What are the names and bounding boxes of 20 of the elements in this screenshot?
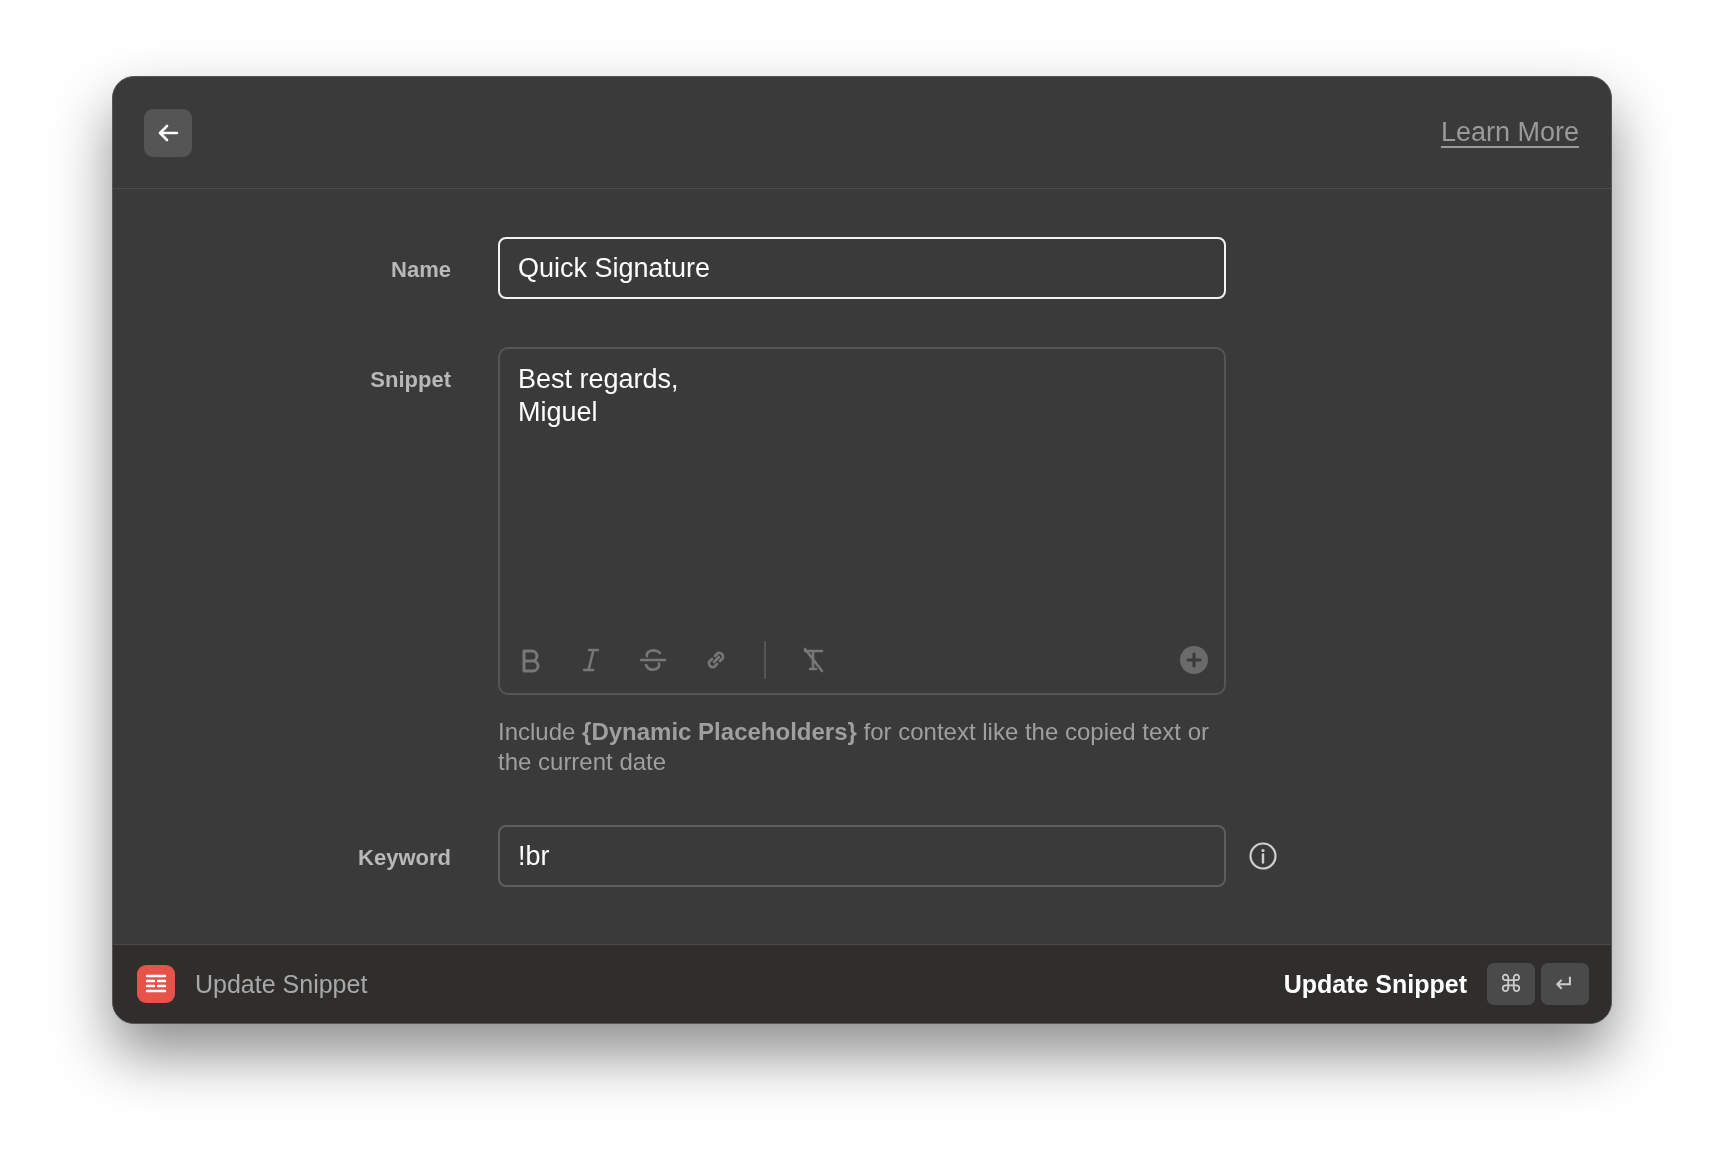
back-button[interactable]: [144, 108, 192, 157]
update-snippet-button[interactable]: Update Snippet: [1283, 969, 1467, 999]
footer-title: Update Snippet: [195, 969, 368, 999]
snippet-editor[interactable]: Best regards, Miguel: [498, 347, 1226, 695]
snippet-text-line: Miguel: [518, 396, 599, 429]
shortcut-key: ⌘: [1487, 963, 1535, 1005]
add-icon[interactable]: [1180, 646, 1208, 674]
learn-more-link[interactable]: Learn More: [1440, 117, 1579, 148]
field-label: Keyword: [357, 844, 451, 871]
field-label: Snippet: [369, 366, 451, 393]
arrow-left-icon: [156, 122, 180, 143]
strikethrough-icon[interactable]: [638, 647, 668, 673]
snippet-text-line: Best regards,: [518, 363, 680, 396]
shortcut-key: ↵: [1541, 963, 1589, 1005]
text-field[interactable]: !br: [498, 825, 1226, 887]
info-icon[interactable]: [1248, 841, 1278, 871]
field-label: Name: [390, 256, 451, 283]
hint-text: Include {Dynamic Placeholders} for context like the copied text or the current date: [498, 717, 1211, 777]
text-field[interactable]: Quick Signature: [498, 237, 1226, 299]
snippet-app-icon: [137, 965, 175, 1003]
